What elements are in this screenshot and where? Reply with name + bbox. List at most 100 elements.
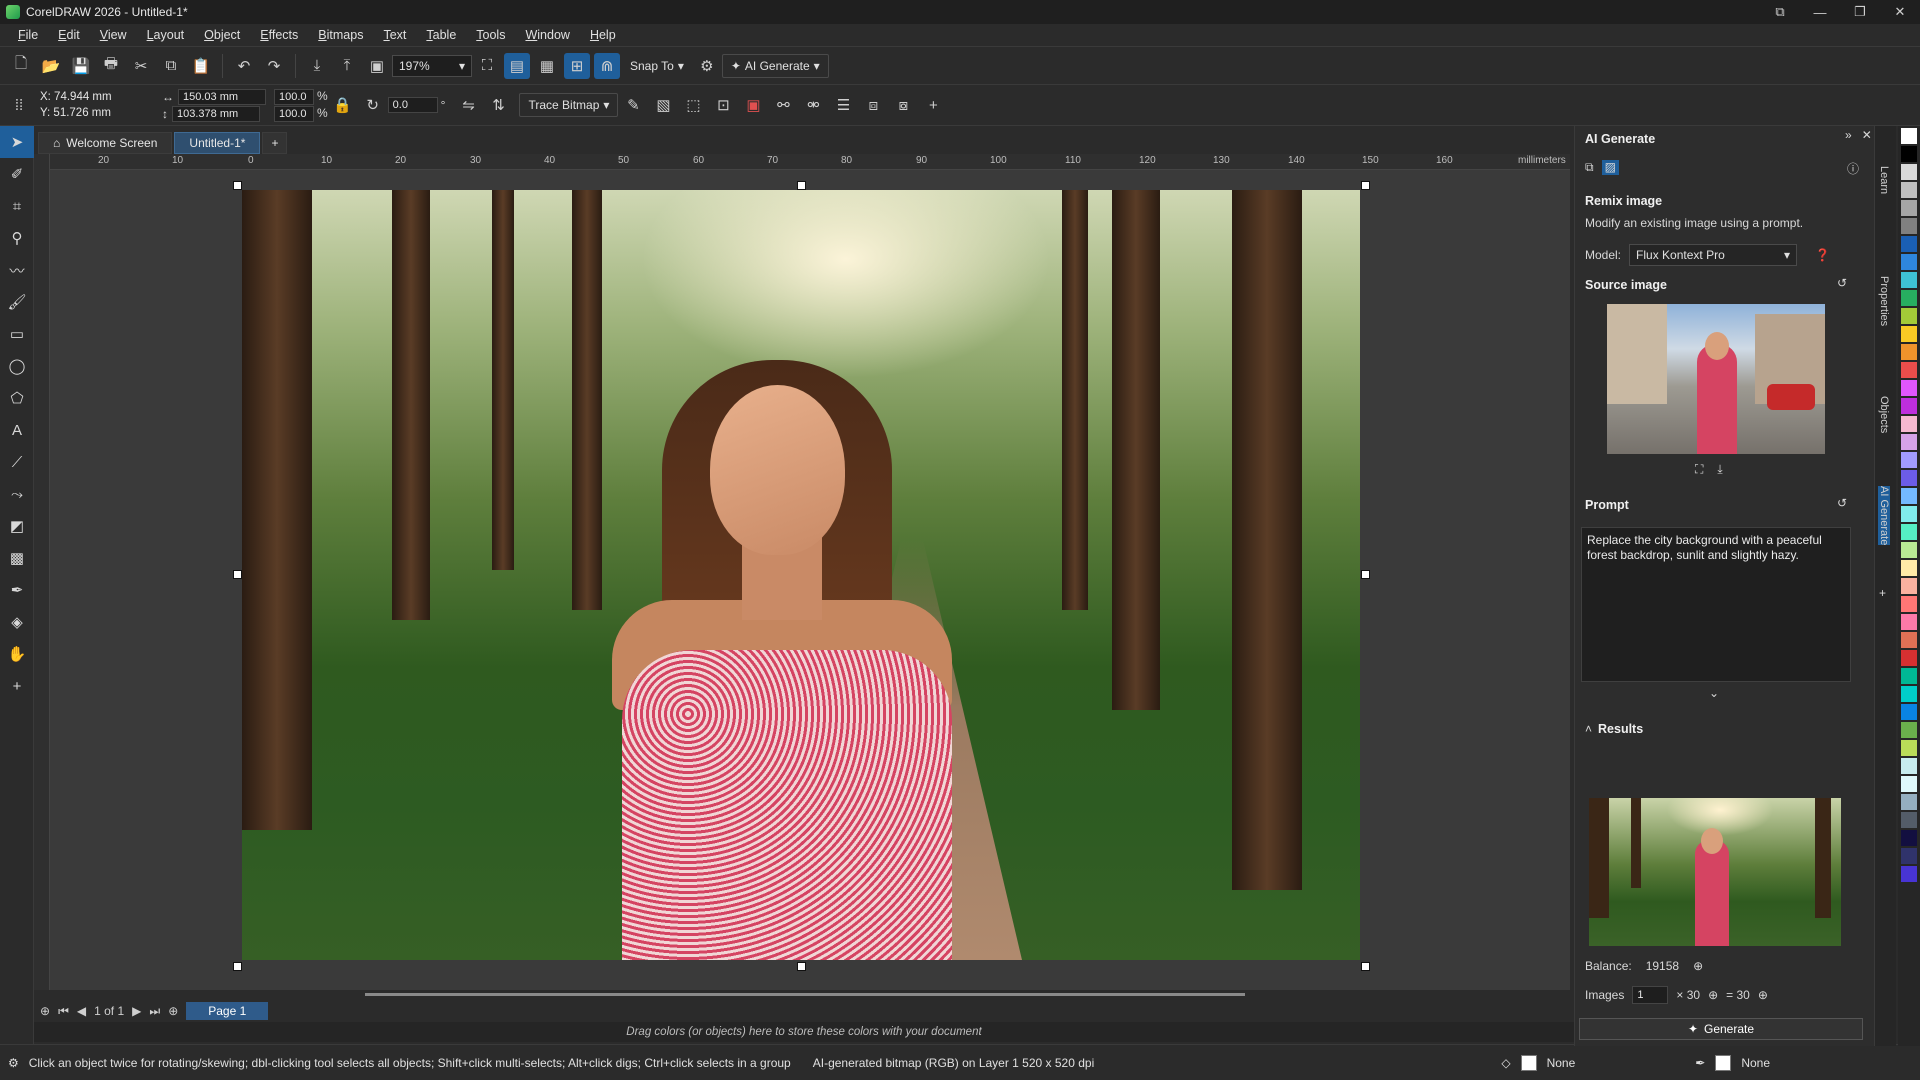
cut-icon[interactable]: ✂	[128, 53, 154, 79]
save-icon[interactable]: 💾	[68, 53, 94, 79]
interactive-fill-icon[interactable]: ◈	[0, 606, 34, 638]
horizontal-scrollbar[interactable]	[50, 990, 1570, 1000]
scale-height-field[interactable]: 100.0	[274, 105, 314, 122]
color-swatch[interactable]	[1901, 128, 1917, 144]
menu-edit[interactable]: Edit	[58, 28, 80, 42]
ellipse-tool-icon[interactable]: ◯	[0, 350, 34, 382]
docker-tab-objects[interactable]: Objects	[1878, 396, 1890, 433]
color-swatch[interactable]	[1901, 272, 1917, 288]
ai-generate-button[interactable]: ✦ AI Generate ▾	[721, 53, 829, 78]
new-document-icon[interactable]: 🗋	[8, 53, 34, 79]
resample-icon[interactable]: ⊡	[710, 92, 736, 118]
to-back-icon[interactable]: ⧈	[860, 92, 886, 118]
expand-panel-icon[interactable]: »	[1845, 128, 1852, 142]
feedback-icon[interactable]: ⧉	[1760, 0, 1800, 24]
model-select[interactable]: Flux Kontext Pro ▾	[1629, 244, 1798, 266]
import-icon[interactable]: ⤓	[304, 53, 330, 79]
height-field[interactable]: 103.378 mm	[172, 105, 260, 122]
selection-handle[interactable]	[233, 570, 242, 579]
mirror-vertical-icon[interactable]: ⇅	[485, 92, 511, 118]
rotation-angle-field[interactable]: 0.0	[387, 97, 438, 113]
menu-text[interactable]: Text	[383, 28, 406, 42]
selection-handle[interactable]	[797, 181, 806, 190]
smart-fill-icon[interactable]: ✋	[0, 638, 34, 670]
color-swatch[interactable]	[1901, 866, 1917, 882]
outline-swatch[interactable]	[1715, 1054, 1732, 1071]
generate-button[interactable]: ✦ Generate	[1579, 1018, 1863, 1040]
color-swatch[interactable]	[1901, 614, 1917, 630]
polygon-tool-icon[interactable]: ⬠	[0, 382, 34, 414]
horizontal-ruler[interactable]: 20 10 0 10 20 30 40 50 60 70 80 90 100 1…	[50, 154, 1570, 170]
document-palette[interactable]: Drag colors (or objects) here to store t…	[34, 1022, 1574, 1042]
page-1-tab[interactable]: Page 1	[186, 1002, 269, 1020]
selection-handle[interactable]	[233, 181, 242, 190]
edit-bitmap-icon[interactable]: ✎	[620, 92, 646, 118]
color-swatch[interactable]	[1901, 668, 1917, 684]
snap-icon[interactable]: ⋒	[594, 52, 620, 79]
color-swatch[interactable]	[1901, 542, 1917, 558]
add-tool-icon[interactable]: +	[0, 670, 34, 702]
ai-generated-bitmap[interactable]	[242, 190, 1360, 960]
menu-bitmaps[interactable]: Bitmaps	[318, 28, 363, 42]
parallel-dimension-icon[interactable]: ⟋	[0, 446, 34, 478]
docker-tab-ai-generate[interactable]: AI Generate	[1878, 486, 1890, 546]
menu-layout[interactable]: Layout	[147, 28, 185, 42]
fill-icon[interactable]: ◇	[1501, 1056, 1510, 1070]
text-to-image-icon[interactable]: ⧉	[1585, 160, 1594, 175]
color-swatch[interactable]	[1901, 740, 1917, 756]
select-source-icon[interactable]: ⛶	[1695, 462, 1703, 477]
artistic-media-icon[interactable]: 🖌	[0, 286, 34, 318]
publish-pdf-icon[interactable]: ▣	[364, 53, 390, 79]
crop-bitmap-icon[interactable]: ⬚	[680, 92, 706, 118]
lock-ratio-icon[interactable]: 🔒	[330, 92, 356, 118]
export-icon[interactable]: ⤒	[334, 53, 360, 79]
menu-table[interactable]: Table	[426, 28, 456, 42]
show-grid-icon[interactable]: ▦	[534, 53, 560, 79]
color-swatch[interactable]	[1901, 650, 1917, 666]
fill-swatch[interactable]	[1520, 1054, 1537, 1071]
color-swatch[interactable]	[1901, 218, 1917, 234]
selection-handle[interactable]	[1361, 962, 1370, 971]
color-swatch[interactable]	[1901, 254, 1917, 270]
rectangle-tool-icon[interactable]: ▭	[0, 318, 34, 350]
print-icon[interactable]: 🖶	[98, 53, 124, 79]
close-panel-icon[interactable]: ✕	[1862, 128, 1872, 142]
add-icon[interactable]: +	[920, 92, 946, 118]
zoom-tool-icon[interactable]: ⚲	[0, 222, 34, 254]
vertical-ruler[interactable]	[34, 154, 50, 990]
last-page-icon[interactable]: ⏭	[149, 1004, 160, 1019]
close-window-button[interactable]: ✕	[1880, 0, 1920, 24]
minimize-button[interactable]: —	[1800, 0, 1840, 24]
menu-help[interactable]: Help	[590, 28, 616, 42]
color-swatch[interactable]	[1901, 596, 1917, 612]
outline-pen-icon[interactable]: ✒	[1695, 1056, 1705, 1070]
full-screen-preview-icon[interactable]: ▤	[504, 52, 530, 79]
color-swatch[interactable]	[1901, 686, 1917, 702]
transparency-icon[interactable]: ▩	[0, 542, 34, 574]
new-tab-button[interactable]: +	[262, 132, 288, 154]
menu-tools[interactable]: Tools	[476, 28, 505, 42]
import-source-icon[interactable]: ⤓	[1717, 462, 1722, 477]
info-icon[interactable]: ⓘ	[1847, 160, 1859, 177]
color-swatch[interactable]	[1901, 398, 1917, 414]
selection-handle[interactable]	[1361, 181, 1370, 190]
link-icon[interactable]: ⚯	[770, 92, 796, 118]
color-swatch[interactable]	[1901, 362, 1917, 378]
show-guidelines-icon[interactable]: ⊞	[564, 52, 590, 79]
reset-prompt-icon[interactable]: ↺	[1837, 496, 1847, 510]
reset-source-icon[interactable]: ↺	[1837, 276, 1847, 290]
crop-tool-icon[interactable]: ⌗	[0, 190, 34, 222]
color-swatch[interactable]	[1901, 146, 1917, 162]
next-page-icon[interactable]: ▶	[132, 1004, 141, 1018]
color-swatch[interactable]	[1901, 470, 1917, 486]
eyedropper-icon[interactable]: ✒	[0, 574, 34, 606]
color-swatch[interactable]	[1901, 434, 1917, 450]
pick-tool-icon[interactable]: ➤	[0, 126, 34, 158]
y-position[interactable]: Y: 51.726 mm	[40, 105, 131, 121]
result-image-thumbnail[interactable]	[1589, 798, 1841, 946]
freehand-tool-icon[interactable]: 〰	[0, 254, 34, 286]
color-swatch[interactable]	[1901, 524, 1917, 540]
selection-handle[interactable]	[233, 962, 242, 971]
paste-icon[interactable]: 📋	[188, 53, 214, 79]
help-icon[interactable]: ❓	[1815, 248, 1830, 262]
